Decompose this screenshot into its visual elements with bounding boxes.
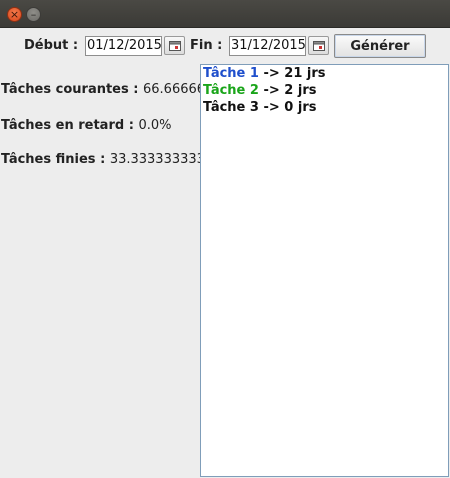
minimize-icon: – (30, 8, 37, 21)
task-name: Tâche 1 (203, 66, 259, 81)
late-tasks-value: 0.0% (138, 118, 172, 133)
start-date-field[interactable]: 01/12/2015 (85, 36, 162, 56)
close-icon: × (9, 8, 20, 21)
task-remaining: -> 2 jrs (258, 83, 317, 98)
task-name: Tâche 2 (203, 83, 259, 98)
finished-tasks-value: 33.333333333 (109, 152, 200, 167)
finished-tasks-label: Tâches finies : (1, 152, 106, 167)
current-tasks-stat: Tâches courantes : 66.66666 (1, 82, 200, 97)
calendar-icon (312, 40, 325, 51)
list-item[interactable]: Tâche 2 -> 2 jrs (203, 83, 316, 98)
task-name: Tâche 3 (203, 100, 259, 115)
list-item[interactable]: Tâche 3 -> 0 jrs (203, 100, 316, 115)
calendar-icon (168, 40, 181, 51)
task-remaining: -> 21 jrs (258, 66, 326, 81)
generate-button[interactable]: Générer (334, 34, 426, 58)
close-window-button[interactable]: × (7, 7, 22, 22)
start-date-picker-button[interactable] (164, 36, 185, 55)
task-list[interactable]: Tâche 1 -> 21 jrs Tâche 2 -> 2 jrs Tâche… (200, 64, 449, 477)
end-date-field[interactable]: 31/12/2015 (229, 36, 306, 56)
late-tasks-stat: Tâches en retard : 0.0% (1, 118, 200, 133)
current-tasks-label: Tâches courantes : (1, 82, 139, 97)
finished-tasks-stat: Tâches finies : 33.333333333 (1, 152, 200, 167)
end-date-label: Fin : (190, 38, 223, 53)
window-titlebar: × – (0, 0, 450, 28)
late-tasks-label: Tâches en retard : (1, 118, 134, 133)
start-date-label: Début : (24, 38, 79, 53)
minimize-window-button[interactable]: – (26, 7, 41, 22)
end-date-picker-button[interactable] (308, 36, 329, 55)
list-item[interactable]: Tâche 1 -> 21 jrs (203, 66, 326, 81)
current-tasks-value: 66.66666 (143, 82, 200, 97)
task-remaining: -> 0 jrs (258, 100, 317, 115)
